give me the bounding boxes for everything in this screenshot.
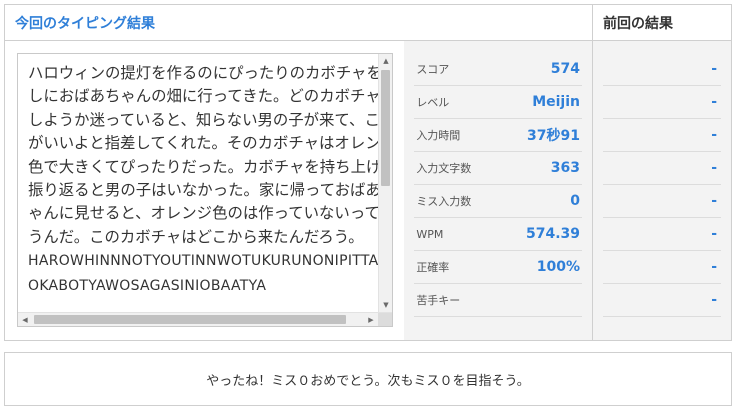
- stat-row-level: レベル Meijin: [414, 86, 582, 119]
- prev-row: -: [603, 284, 721, 317]
- prev-value: -: [711, 61, 717, 77]
- typed-text-box[interactable]: ハロウィンの提灯を作るのにぴったりのカボチャを探しにおばあちゃんの畑に行ってきた…: [17, 53, 393, 327]
- prev-row: -: [603, 53, 721, 86]
- horizontal-scrollbar[interactable]: ◀ ▶: [18, 312, 392, 326]
- stat-label: 正確率: [416, 261, 450, 274]
- prev-row: -: [603, 185, 721, 218]
- stat-row-miss-count: ミス入力数 0: [414, 185, 582, 218]
- stat-value: 0: [570, 193, 580, 209]
- typed-text-content: ハロウィンの提灯を作るのにぴったりのカボチャを探しにおばあちゃんの畑に行ってきた…: [28, 62, 393, 298]
- stat-label: 入力文字数: [416, 162, 472, 175]
- previous-stats-list: - - - - - - - -: [593, 41, 731, 340]
- scroll-up-arrow-icon[interactable]: ▲: [379, 54, 392, 68]
- stat-value: Meijin: [532, 94, 580, 110]
- current-result-section: 今回のタイピング結果 ハロウィンの提灯を作るのにぴったりのカボチャを探しにおばあ…: [5, 5, 593, 340]
- stat-value: 574.39: [525, 226, 580, 242]
- stat-value: 100%: [536, 259, 580, 275]
- stat-label: レベル: [416, 96, 450, 109]
- prev-value: -: [711, 193, 717, 209]
- vertical-scroll-thumb[interactable]: [381, 70, 390, 186]
- stat-row-input-time: 入力時間 37秒91: [414, 119, 582, 152]
- prev-value: -: [711, 259, 717, 275]
- horizontal-scroll-thumb[interactable]: [34, 315, 346, 324]
- typed-text-romaji: HAROWHINNNOTYOUTINNWOTUKURUNONIPITTARINO…: [28, 253, 393, 294]
- prev-value: -: [711, 226, 717, 242]
- result-message: やったね！ミス０おめでとう。次もミス０を目指そう。: [206, 373, 530, 389]
- vertical-scrollbar[interactable]: ▲ ▼: [378, 54, 392, 312]
- stat-label: 入力時間: [416, 129, 461, 142]
- prev-value: -: [711, 160, 717, 176]
- typed-text-japanese: ハロウィンの提灯を作るのにぴったりのカボチャを探しにおばあちゃんの畑に行ってきた…: [28, 64, 393, 246]
- previous-result-title: 前回の結果: [603, 15, 673, 32]
- typed-text-panel: ハロウィンの提灯を作るのにぴったりのカボチャを探しにおばあちゃんの畑に行ってきた…: [5, 41, 405, 340]
- scrollbar-corner: [378, 313, 392, 326]
- stat-value: 574: [550, 61, 580, 77]
- prev-value: -: [711, 94, 717, 110]
- previous-result-section: 前回の結果 - - - - - - - -: [593, 5, 731, 340]
- stat-row-accuracy: 正確率 100%: [414, 251, 582, 284]
- current-result-title: 今回のタイピング結果: [15, 15, 155, 32]
- scroll-right-arrow-icon[interactable]: ▶: [364, 313, 378, 326]
- current-result-header: 今回のタイピング結果: [5, 5, 592, 41]
- stat-label: ミス入力数: [416, 195, 472, 208]
- previous-result-header: 前回の結果: [593, 5, 731, 41]
- current-result-body: ハロウィンの提灯を作るのにぴったりのカボチャを探しにおばあちゃんの畑に行ってきた…: [5, 41, 592, 340]
- stat-label: スコア: [416, 63, 450, 76]
- current-stats-list: スコア 574 レベル Meijin 入力時間 37秒91 入力文字数 363 …: [404, 41, 592, 340]
- stat-value: 363: [550, 160, 580, 176]
- result-message-box: やったね！ミス０おめでとう。次もミス０を目指そう。: [4, 352, 732, 406]
- scroll-left-arrow-icon[interactable]: ◀: [18, 313, 32, 326]
- scroll-down-arrow-icon[interactable]: ▼: [379, 298, 392, 312]
- prev-row: -: [603, 119, 721, 152]
- stat-label: 苦手キー: [416, 294, 461, 307]
- prev-row: -: [603, 218, 721, 251]
- prev-value: -: [711, 127, 717, 143]
- prev-value: -: [711, 292, 717, 308]
- stat-row-weak-keys: 苦手キー: [414, 284, 582, 317]
- stat-row-score: スコア 574: [414, 53, 582, 86]
- prev-row: -: [603, 251, 721, 284]
- stat-row-wpm: WPM 574.39: [414, 218, 582, 251]
- stat-row-char-count: 入力文字数 363: [414, 152, 582, 185]
- prev-row: -: [603, 152, 721, 185]
- stat-label: WPM: [416, 227, 444, 241]
- prev-row: -: [603, 86, 721, 119]
- results-panel: 今回のタイピング結果 ハロウィンの提灯を作るのにぴったりのカボチャを探しにおばあ…: [4, 4, 732, 341]
- stat-value: 37秒91: [527, 128, 580, 144]
